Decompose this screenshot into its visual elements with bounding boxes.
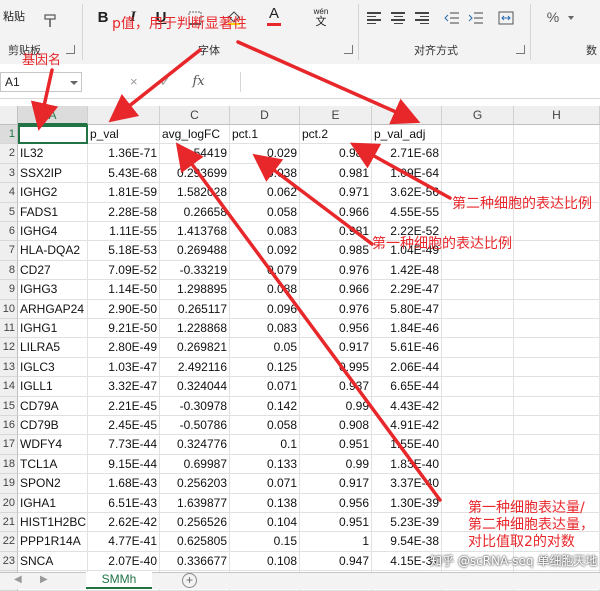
arrow-pct2 xyxy=(349,142,452,200)
watermark: 知乎 @scRNA-seq 单细胞天地 xyxy=(430,554,598,568)
arrow-p-val xyxy=(108,48,202,123)
annotation-gene-name: 基因名 xyxy=(22,53,62,68)
annotation-p-value: p值，用于判断显著性 xyxy=(112,16,247,32)
arrow-pct1 xyxy=(252,153,374,246)
arrow-logfc xyxy=(175,142,442,502)
annotation-logfc: 第一种细胞表达量/第二种细胞表达量，对比值取2的对数 xyxy=(468,500,594,550)
arrow-p-val-adj xyxy=(236,40,421,125)
arrow-gene-name xyxy=(30,68,59,131)
annotation-pct1: 第一种细胞的表达比例 xyxy=(372,236,512,252)
annotation-pct2: 第二种细胞的表达比例 xyxy=(452,196,592,212)
